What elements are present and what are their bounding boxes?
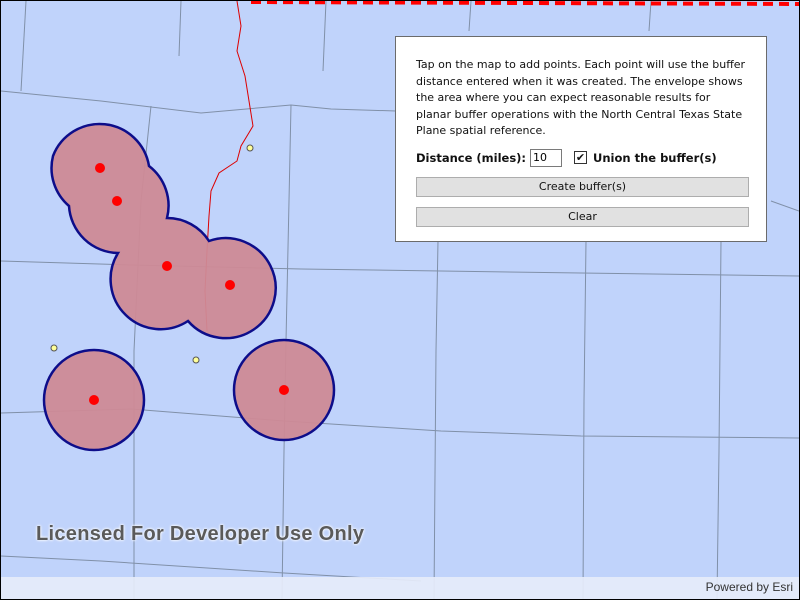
city-marker [50, 344, 58, 352]
distance-label: Distance (miles): [416, 150, 527, 165]
point-marker [279, 385, 289, 395]
distance-input[interactable] [530, 148, 563, 167]
license-watermark: Licensed For Developer Use Only [36, 523, 365, 545]
options-panel: Tap on the map to add points. Each point… [395, 36, 767, 242]
envelope-outline [250, 1, 799, 6]
city-marker [246, 144, 254, 152]
city-marker [192, 356, 200, 364]
point-marker [225, 280, 235, 290]
union-checkbox[interactable]: ✔ [574, 151, 588, 164]
point-marker [112, 196, 122, 206]
clear-button[interactable]: Clear [416, 206, 749, 227]
create-buffers-button[interactable]: Create buffer(s) [416, 176, 749, 197]
point-marker [89, 395, 99, 405]
checkmark-icon: ✔ [575, 151, 586, 164]
union-buffer-polygon[interactable] [50, 122, 277, 340]
point-marker [95, 163, 105, 173]
point-marker [162, 261, 172, 271]
attribution-bar [1, 577, 799, 599]
buffer-polygons[interactable] [42, 122, 336, 452]
app-window: Licensed For Developer Use Only Powered … [0, 0, 800, 600]
instructions-text: Tap on the map to add points. Each point… [416, 58, 746, 137]
attribution-text[interactable]: Powered by Esri [706, 580, 793, 594]
distance-row: Distance (miles): ✔ Union the buffer(s) [416, 148, 746, 168]
union-checkbox-label[interactable]: Union the buffer(s) [593, 151, 717, 165]
